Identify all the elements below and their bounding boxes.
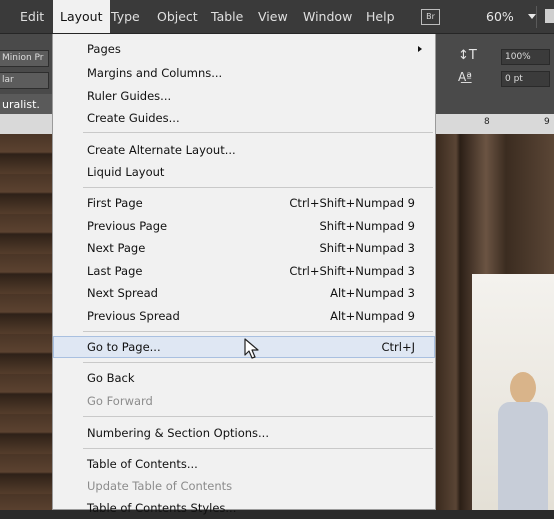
vertical-scale-field[interactable]: 100% xyxy=(501,49,550,65)
layout-menu: Pages Margins and Columns... Ruler Guide… xyxy=(52,34,436,515)
menu-bar: Edit Layout Type Object Table View Windo… xyxy=(0,0,554,34)
canvas-photo-person-body xyxy=(498,402,548,510)
menu-item-liquid-layout[interactable]: Liquid Layout xyxy=(53,161,435,183)
menu-type[interactable]: Type xyxy=(104,0,147,33)
screen-mode-icon[interactable] xyxy=(545,9,554,23)
menu-view[interactable]: View xyxy=(251,0,295,33)
menu-item-go-forward: Go Forward xyxy=(87,394,153,408)
menu-help[interactable]: Help xyxy=(359,0,402,33)
menu-window[interactable]: Window xyxy=(296,0,359,33)
document-tab[interactable]: uralist. xyxy=(0,94,54,116)
horizontal-ruler-right: 8 9 xyxy=(436,114,554,135)
menu-item-first-page[interactable]: First Page Ctrl+Shift+Numpad 9 xyxy=(53,192,435,214)
font-family-field[interactable]: Minion Pr xyxy=(0,50,49,67)
menubar-divider xyxy=(536,6,537,28)
menu-item-create-guides[interactable]: Create Guides... xyxy=(53,107,435,129)
menu-item-numbering-section-options[interactable]: Numbering & Section Options... xyxy=(53,422,435,444)
menu-separator xyxy=(83,331,433,332)
menu-item-pages[interactable]: Pages xyxy=(53,38,435,60)
mouse-cursor-icon xyxy=(244,338,259,359)
bridge-button[interactable]: Br xyxy=(421,9,440,25)
baseline-shift-icon: A͟ª xyxy=(458,70,472,84)
menu-item-table-of-contents-styles[interactable]: Table of Contents Styles... xyxy=(53,497,435,519)
menu-edit[interactable]: Edit xyxy=(13,0,51,33)
menu-item-next-page[interactable]: Next Page Shift+Numpad 3 xyxy=(53,237,435,259)
menu-layout[interactable]: Layout xyxy=(53,0,110,33)
ruler-mark: 9 xyxy=(544,117,550,127)
zoom-level[interactable]: 60% xyxy=(486,0,514,33)
menu-separator xyxy=(83,187,433,188)
vertical-scale-icon: ↕T xyxy=(458,48,477,63)
menu-item-create-alternate-layout[interactable]: Create Alternate Layout... xyxy=(53,139,435,161)
ruler-mark: 8 xyxy=(484,117,490,127)
canvas-left xyxy=(0,134,52,510)
menu-item-previous-page[interactable]: Previous Page Shift+Numpad 9 xyxy=(53,215,435,237)
menu-separator xyxy=(83,448,433,449)
menu-separator xyxy=(83,132,433,133)
menu-separator xyxy=(83,362,433,363)
menu-item-next-spread[interactable]: Next Spread Alt+Numpad 3 xyxy=(53,282,435,304)
menu-item-update-table-of-contents: Update Table of Contents xyxy=(87,479,233,493)
menu-table[interactable]: Table xyxy=(204,0,250,33)
baseline-shift-field[interactable]: 0 pt xyxy=(501,71,550,87)
menu-separator xyxy=(83,416,433,417)
font-style-field[interactable]: lar xyxy=(0,72,49,89)
chevron-down-icon[interactable] xyxy=(528,14,536,19)
menu-item-table-of-contents[interactable]: Table of Contents... xyxy=(53,453,435,475)
menu-item-ruler-guides[interactable]: Ruler Guides... xyxy=(53,85,435,107)
canvas-photo-person xyxy=(510,372,536,404)
menu-object[interactable]: Object xyxy=(150,0,205,33)
menu-item-last-page[interactable]: Last Page Ctrl+Shift+Numpad 3 xyxy=(53,260,435,282)
menu-item-margins-columns[interactable]: Margins and Columns... xyxy=(53,62,435,84)
menu-item-go-back[interactable]: Go Back xyxy=(53,367,435,389)
horizontal-ruler-left xyxy=(0,114,52,135)
submenu-arrow-icon xyxy=(418,46,422,52)
menu-item-previous-spread[interactable]: Previous Spread Alt+Numpad 9 xyxy=(53,305,435,327)
right-control-panel: ↕T 100% A͟ª 0 pt xyxy=(436,34,554,114)
